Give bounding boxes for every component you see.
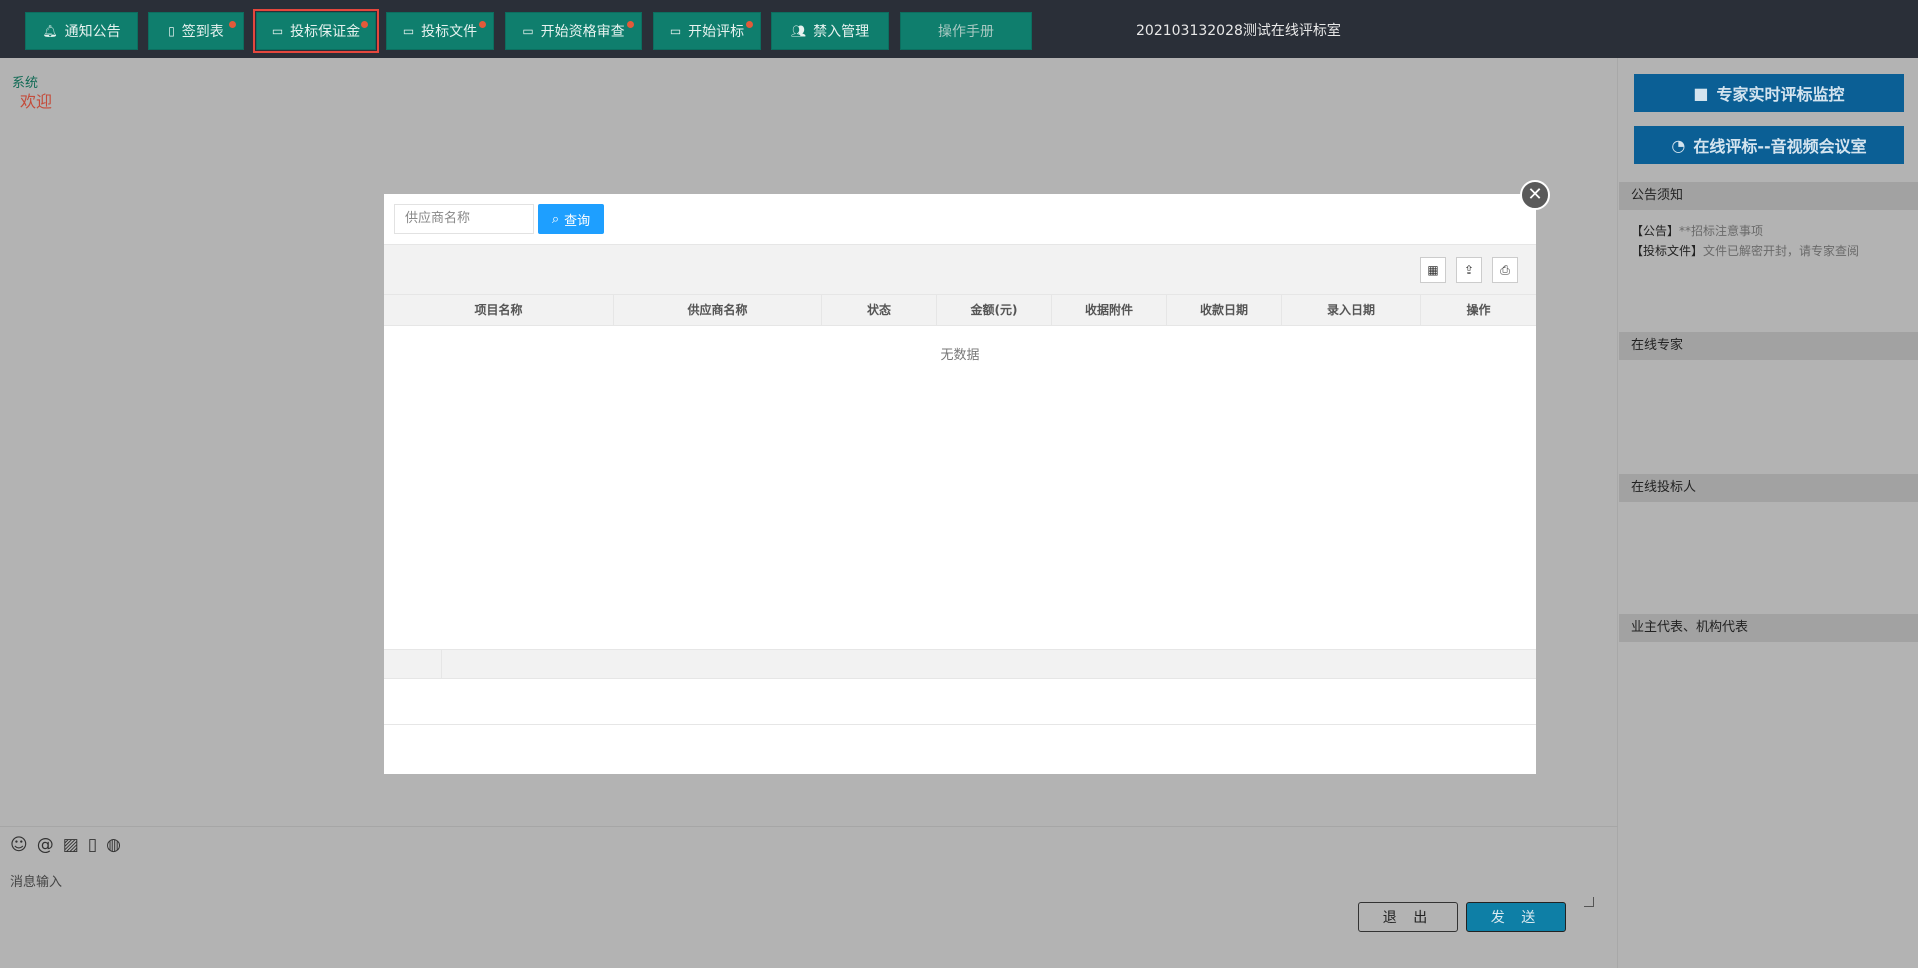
online-experts-header: 在线专家 — [1619, 332, 1918, 360]
nav-signin-button[interactable]: ▯ 签到表 — [148, 12, 244, 50]
resize-handle-icon[interactable] — [1584, 897, 1594, 907]
notification-dot — [479, 21, 486, 28]
image-icon[interactable]: ▨ — [63, 835, 79, 855]
button-label: 专家实时评标监控 — [1716, 85, 1845, 104]
nav-ban-management-button[interactable]: 👥︎ 禁入管理 — [771, 12, 889, 50]
chat-toolbar: ☺ @ ▨ ▯ ◍ — [10, 835, 121, 855]
close-icon[interactable]: ✕ — [1520, 180, 1550, 210]
table-footer — [384, 649, 1536, 679]
welcome-message: 欢迎 — [20, 92, 53, 111]
notice-tag: 【投标文件】 — [1631, 244, 1704, 258]
expert-monitor-button[interactable]: ■ 专家实时评标监控 — [1634, 74, 1904, 112]
palette-icon[interactable]: ◍ — [106, 835, 121, 855]
emoji-icon[interactable]: ☺ — [10, 835, 28, 855]
message-input[interactable]: 消息输入 — [10, 871, 62, 890]
nav-label: 开始资格审查 — [540, 24, 625, 40]
search-icon: ⌕ — [551, 211, 560, 227]
pagination-bar — [384, 724, 1536, 725]
nav-label: 投标文件 — [421, 24, 478, 40]
column-header[interactable]: 收据附件 — [1052, 295, 1167, 325]
nav-label: 签到表 — [181, 24, 224, 40]
column-header[interactable]: 金额(元) — [937, 295, 1052, 325]
nav-manual-button[interactable]: 操作手册 — [900, 12, 1032, 50]
nav-qualification-review-button[interactable]: ▭ 开始资格审查 — [505, 12, 642, 50]
chat-input-area: ☺ @ ▨ ▯ ◍ 消息输入 — [0, 826, 1618, 968]
window-icon: ▭ — [669, 24, 682, 38]
nav-label: 禁入管理 — [813, 24, 870, 40]
notice-item[interactable]: 【投标文件】文件已解密开封，请专家查阅 — [1631, 242, 1859, 259]
notification-dot — [746, 21, 753, 28]
column-header[interactable]: 状态 — [822, 295, 937, 325]
top-navbar: 🔔︎ 通知公告 ▯ 签到表 ▭ 投标保证金 ▭ 投标文件 ▭ 开始资格审查 ▭ … — [0, 0, 1918, 58]
query-button[interactable]: ⌕ 查询 — [538, 204, 604, 234]
camera-icon: ■ — [1693, 83, 1709, 103]
right-panel: ■ 专家实时评标监控 ◔ 在线评标--音视频会议室 公告须知 【公告】**招标注… — [1619, 58, 1918, 968]
column-header[interactable]: 收款日期 — [1167, 295, 1282, 325]
print-icon[interactable]: ⎙ — [1492, 257, 1518, 283]
columns-filter-icon[interactable]: ▦ — [1420, 257, 1446, 283]
online-bidders-header: 在线投标人 — [1619, 474, 1918, 502]
window-icon: ▭ — [271, 24, 284, 38]
room-title: 202103132028测试在线评标室 — [1136, 23, 1341, 39]
column-header[interactable]: 录入日期 — [1282, 295, 1421, 325]
notice-item[interactable]: 【公告】**招标注意事项 — [1631, 222, 1763, 239]
button-label: 在线评标--音视频会议室 — [1693, 137, 1867, 156]
file-icon: ▯ — [168, 24, 175, 38]
export-icon[interactable]: ⇪ — [1456, 257, 1482, 283]
footer-cell — [384, 650, 442, 678]
nav-notice-button[interactable]: 🔔︎ 通知公告 — [25, 12, 138, 50]
notice-header: 公告须知 — [1619, 182, 1918, 210]
bid-bond-modal: 供应商名称 ⌕ 查询 ▦ ⇪ ⎙ 项目名称 供应商名称 状态 金额(元) 收据附… — [384, 194, 1536, 774]
nav-bid-bond-button[interactable]: ▭ 投标保证金 — [253, 9, 379, 53]
users-icon: 👥︎ — [790, 24, 807, 38]
notification-dot — [627, 21, 634, 28]
supplier-search-input[interactable]: 供应商名称 — [394, 204, 534, 234]
window-icon: ▭ — [402, 24, 415, 38]
column-header[interactable]: 项目名称 — [384, 295, 614, 325]
mention-icon[interactable]: @ — [37, 835, 54, 855]
notification-dot — [229, 21, 236, 28]
nav-bid-files-button[interactable]: ▭ 投标文件 — [386, 12, 494, 50]
video-meeting-button[interactable]: ◔ 在线评标--音视频会议室 — [1634, 126, 1904, 164]
nav-label: 投标保证金 — [290, 24, 361, 40]
empty-state: 无数据 — [940, 348, 980, 363]
nav-label: 通知公告 — [64, 24, 121, 40]
notice-text: 文件已解密开封，请专家查阅 — [1703, 244, 1860, 258]
window-icon: ▭ — [522, 24, 534, 38]
file-icon[interactable]: ▯ — [88, 835, 97, 855]
column-header[interactable]: 操作 — [1421, 295, 1536, 325]
exit-button[interactable]: 退 出 — [1358, 902, 1458, 932]
owner-representatives-header: 业主代表、机构代表 — [1619, 614, 1918, 642]
bell-icon: 🔔︎ — [42, 24, 58, 38]
nav-label: 开始评标 — [688, 24, 745, 40]
table-header: 项目名称 供应商名称 状态 金额(元) 收据附件 收款日期 录入日期 操作 — [384, 294, 1536, 326]
send-button[interactable]: 发 送 — [1466, 902, 1566, 932]
notice-text: **招标注意事项 — [1679, 224, 1764, 238]
notification-dot — [361, 21, 368, 28]
button-label: 查询 — [564, 213, 591, 229]
notice-tag: 【公告】 — [1631, 224, 1680, 238]
column-header[interactable]: 供应商名称 — [614, 295, 822, 325]
table-toolbar: ▦ ⇪ ⎙ — [384, 244, 1536, 294]
nav-label: 操作手册 — [938, 24, 994, 40]
nav-start-evaluation-button[interactable]: ▭ 开始评标 — [653, 12, 761, 50]
user-icon: ◔ — [1671, 135, 1686, 155]
